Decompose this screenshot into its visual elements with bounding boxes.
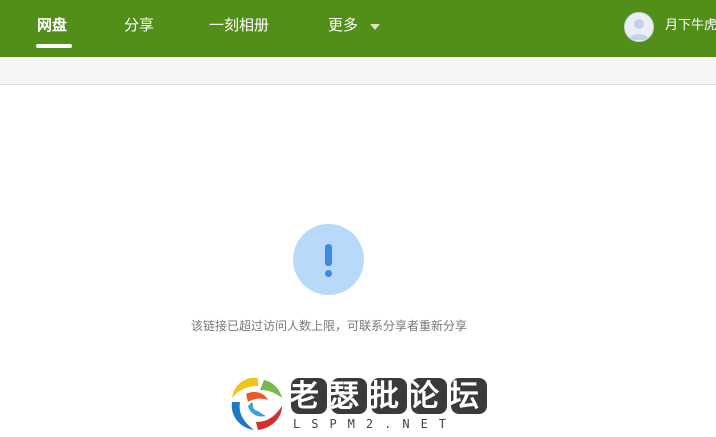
limit-exceeded-message: 该链接已超过访问人数上限，可联系分享者重新分享 [190,319,467,333]
nav-item-photo-album[interactable]: 一刻相册 [209,16,269,34]
watermark-title-badge: 老瑟批论坛 [291,378,487,414]
top-navigation-bar: 网盘 分享 一刻相册 更多 月下牛虎 [0,0,716,57]
exclamation-dot [325,270,332,277]
nav-item-netdisk[interactable]: 网盘 [37,16,67,34]
watermark-logo-icon [228,372,286,432]
user-name[interactable]: 月下牛虎 [665,18,716,34]
toolbar-strip [0,57,716,85]
nav-active-indicator [36,44,72,48]
watermark-url: LSPM2.NET [293,417,458,431]
nav-item-share[interactable]: 分享 [124,16,154,34]
alert-icon-circle [293,224,364,295]
caret-down-icon[interactable] [370,24,380,30]
watermark-title: 老瑟批论坛 [291,379,487,414]
nav-item-more[interactable]: 更多 [328,16,358,34]
user-avatar-icon[interactable] [624,12,654,42]
exclamation-icon [325,244,332,266]
